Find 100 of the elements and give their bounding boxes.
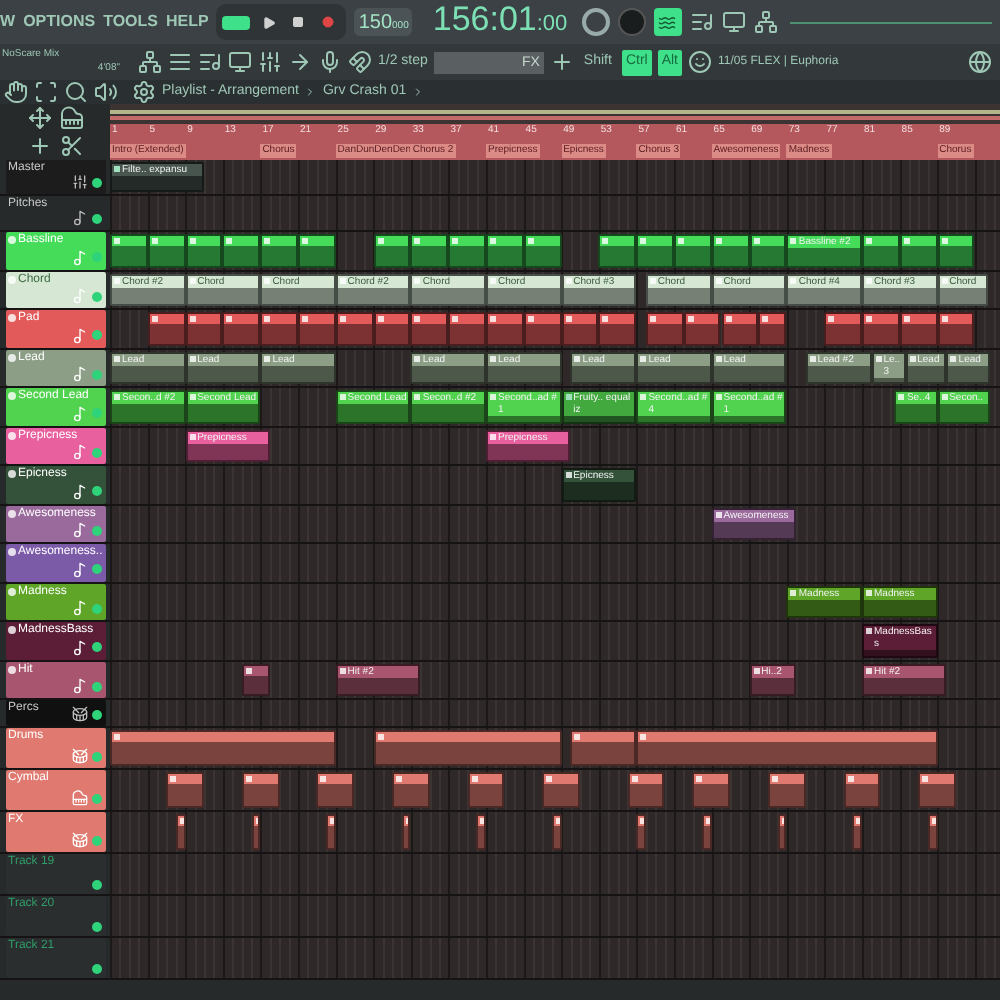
magnet-icon[interactable] bbox=[348, 50, 372, 74]
hand-icon[interactable] bbox=[4, 80, 28, 104]
pattern-clip[interactable] bbox=[683, 312, 721, 345]
track-enable-icon[interactable] bbox=[92, 922, 102, 932]
pattern-clip[interactable] bbox=[326, 814, 336, 850]
pattern-clip[interactable] bbox=[448, 234, 486, 267]
pattern-clip[interactable] bbox=[335, 312, 374, 345]
pattern-clip[interactable] bbox=[721, 312, 759, 345]
track-enable-icon[interactable] bbox=[92, 486, 102, 496]
pattern-clip[interactable] bbox=[777, 814, 787, 850]
track-enable-icon[interactable] bbox=[92, 330, 102, 340]
track-enable-icon[interactable] bbox=[92, 291, 102, 301]
globe-icon[interactable] bbox=[968, 50, 992, 74]
pattern-clip[interactable] bbox=[899, 234, 938, 267]
pattern-clip[interactable] bbox=[392, 772, 430, 808]
plus-icon[interactable] bbox=[27, 134, 51, 158]
list-icon[interactable] bbox=[689, 10, 714, 34]
pattern-clip[interactable] bbox=[852, 814, 862, 850]
power-icon[interactable] bbox=[8, 626, 16, 634]
pattern-clip[interactable] bbox=[486, 312, 524, 345]
scissors-icon[interactable] bbox=[59, 134, 83, 158]
pattern-clip[interactable] bbox=[749, 234, 787, 267]
power-icon[interactable] bbox=[8, 548, 16, 556]
pattern-clip[interactable] bbox=[551, 814, 562, 850]
pattern-clip[interactable] bbox=[674, 234, 712, 267]
pattern-clip[interactable] bbox=[410, 312, 449, 345]
list-icon[interactable] bbox=[198, 50, 222, 74]
network-icon[interactable] bbox=[753, 10, 778, 34]
track-enable-icon[interactable] bbox=[92, 681, 102, 691]
track-enable-icon[interactable] bbox=[92, 408, 102, 418]
track-enable-icon[interactable] bbox=[92, 964, 102, 974]
overview-strip[interactable] bbox=[110, 104, 1000, 124]
microphone-icon[interactable] bbox=[318, 50, 342, 74]
track-enable-icon[interactable] bbox=[92, 603, 102, 613]
pattern-clip[interactable] bbox=[373, 312, 411, 345]
pattern-clip[interactable] bbox=[260, 312, 298, 345]
track-enable-icon[interactable] bbox=[92, 642, 102, 652]
pattern-clip[interactable] bbox=[241, 663, 270, 696]
pattern-clip[interactable] bbox=[636, 730, 938, 766]
pattern-clip[interactable] bbox=[175, 814, 186, 850]
track-enable-icon[interactable] bbox=[92, 709, 102, 719]
move-icon[interactable] bbox=[27, 106, 51, 130]
menu-item[interactable]: TOOLS bbox=[103, 10, 158, 34]
piano-icon[interactable] bbox=[59, 106, 83, 130]
volume-knob-icon[interactable] bbox=[581, 8, 610, 36]
pattern-clip[interactable] bbox=[298, 312, 336, 345]
track-enable-icon[interactable] bbox=[92, 369, 102, 379]
menu-item[interactable]: HELP bbox=[166, 10, 209, 34]
pattern-clip[interactable] bbox=[373, 234, 411, 267]
track-enable-icon[interactable] bbox=[92, 793, 102, 803]
monitor-icon[interactable] bbox=[721, 10, 746, 34]
pattern-clip[interactable] bbox=[486, 234, 524, 267]
mode-button[interactable] bbox=[653, 8, 682, 36]
pattern-clip[interactable] bbox=[110, 234, 148, 267]
select-icon[interactable] bbox=[34, 80, 58, 104]
pattern-clip[interactable] bbox=[927, 814, 938, 850]
pattern-clip[interactable] bbox=[316, 772, 355, 808]
power-icon[interactable] bbox=[8, 665, 16, 673]
pattern-clip[interactable] bbox=[598, 234, 637, 267]
pattern-clip[interactable] bbox=[147, 234, 186, 267]
rows-icon[interactable] bbox=[168, 50, 192, 74]
pattern-clip[interactable] bbox=[185, 312, 223, 345]
pattern-clip[interactable] bbox=[692, 772, 731, 808]
pattern-clip[interactable] bbox=[373, 730, 562, 766]
pattern-clip[interactable] bbox=[542, 772, 580, 808]
tree-icon[interactable] bbox=[138, 50, 162, 74]
pattern-clip[interactable] bbox=[222, 312, 261, 345]
pattern-clip[interactable] bbox=[937, 312, 975, 345]
pattern-clip[interactable] bbox=[899, 312, 938, 345]
pattern-clip[interactable] bbox=[645, 312, 684, 345]
pattern-clip[interactable] bbox=[448, 312, 486, 345]
pattern-clip[interactable] bbox=[937, 234, 975, 267]
menu-item[interactable]: OPTIONS bbox=[23, 10, 96, 34]
pattern-clip[interactable] bbox=[862, 312, 900, 345]
pattern-clip[interactable] bbox=[467, 772, 505, 808]
pattern-clip[interactable] bbox=[862, 234, 900, 267]
monitor-icon[interactable] bbox=[228, 50, 252, 74]
pattern-clip[interactable] bbox=[251, 814, 261, 850]
pattern-clip[interactable] bbox=[918, 772, 956, 808]
track-enable-icon[interactable] bbox=[92, 835, 102, 845]
pattern-clip[interactable] bbox=[561, 312, 599, 345]
pattern-clip[interactable] bbox=[147, 312, 186, 345]
track-enable-icon[interactable] bbox=[92, 751, 102, 761]
track-enable-icon[interactable] bbox=[92, 525, 102, 535]
search-icon[interactable] bbox=[64, 80, 88, 104]
plus-icon[interactable] bbox=[549, 50, 574, 74]
power-icon[interactable] bbox=[8, 470, 16, 478]
pattern-clip[interactable] bbox=[410, 234, 449, 267]
pattern-clip[interactable] bbox=[260, 234, 298, 267]
pattern-clip[interactable] bbox=[702, 814, 712, 850]
pattern-clip[interactable] bbox=[241, 772, 280, 808]
track-enable-icon[interactable] bbox=[92, 177, 102, 187]
track-enable-icon[interactable] bbox=[92, 252, 102, 262]
track-enable-icon[interactable] bbox=[92, 213, 102, 223]
pattern-clip[interactable] bbox=[401, 814, 411, 850]
pattern-clip[interactable] bbox=[523, 312, 562, 345]
track-enable-icon[interactable] bbox=[92, 880, 102, 890]
mixer-icon[interactable] bbox=[258, 50, 282, 74]
pattern-clip[interactable] bbox=[570, 730, 637, 766]
speaker-icon[interactable] bbox=[94, 80, 118, 104]
